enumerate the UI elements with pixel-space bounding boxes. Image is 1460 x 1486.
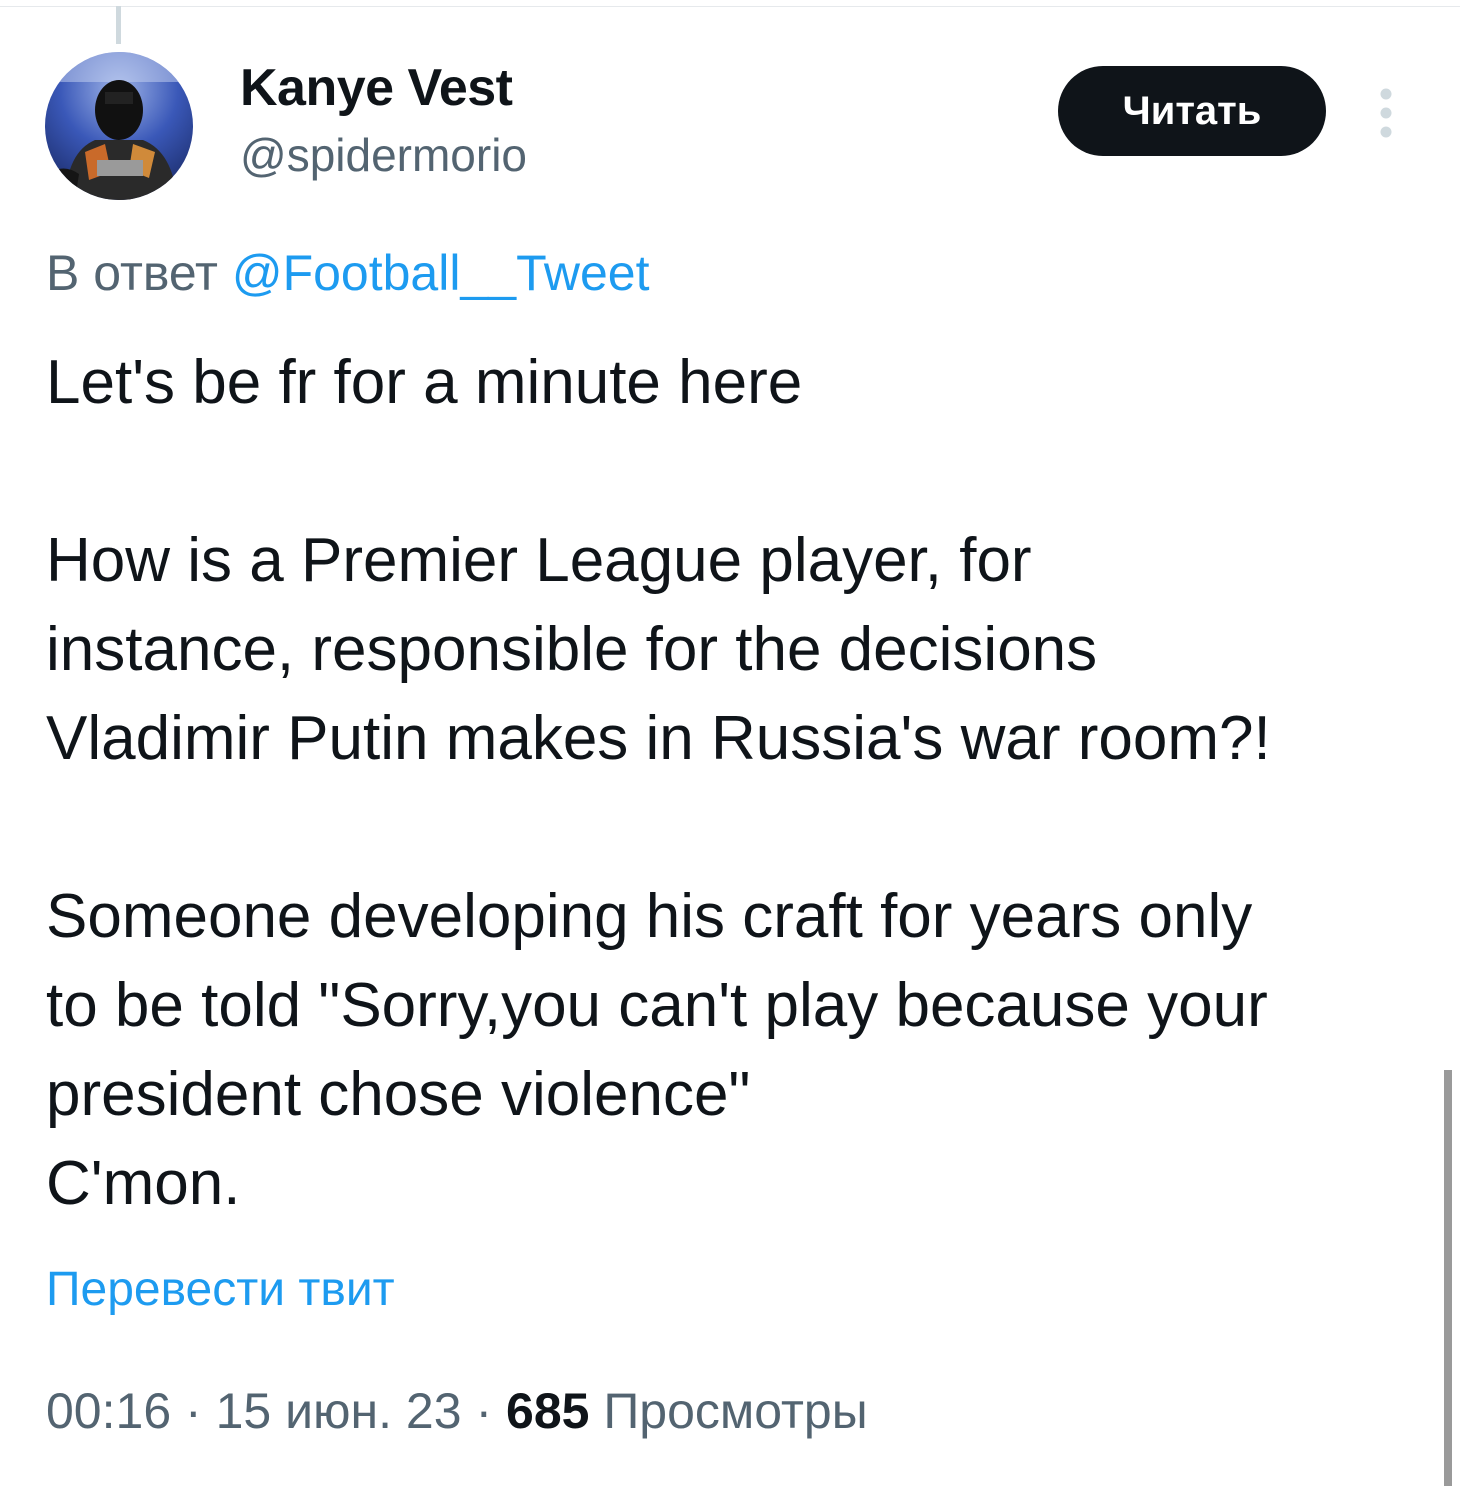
tweet-line: Vladimir Putin makes in Russia's war roo…	[46, 704, 1271, 773]
reply-prefix: В ответ	[46, 245, 218, 301]
tweet-line: How is a Premier League player, for	[46, 526, 1032, 595]
meta-separator: ·	[185, 1383, 202, 1439]
views-count: 685	[506, 1383, 590, 1439]
translate-tweet-link[interactable]: Перевести твит	[46, 1262, 395, 1317]
avatar-image	[45, 52, 193, 200]
top-divider	[0, 6, 1460, 7]
tweet-metadata: 00:16 · 15 июн. 23 · 685 Просмотры	[46, 1382, 868, 1440]
reply-context: В ответ @Football__Tweet	[46, 244, 649, 302]
follow-button[interactable]: Читать	[1058, 66, 1326, 156]
tweet-text: Let's be fr for a minute here How is a P…	[46, 338, 1436, 1228]
tweet-line: C'mon.	[46, 1149, 241, 1218]
author-handle[interactable]: @spidermorio	[240, 128, 527, 182]
tweet-line: Let's be fr for a minute here	[46, 348, 803, 417]
reply-mention-link[interactable]: @Football__Tweet	[232, 245, 650, 301]
tweet-line: Someone developing his craft for years o…	[46, 882, 1253, 951]
tweet-date[interactable]: 15 июн. 23	[216, 1383, 462, 1439]
author-display-name[interactable]: Kanye Vest	[240, 58, 513, 118]
views-label: Просмотры	[603, 1383, 868, 1439]
tweet-line: president chose violence"	[46, 1060, 751, 1129]
meta-separator: ·	[475, 1383, 493, 1439]
thread-connector-line	[116, 6, 121, 44]
avatar[interactable]	[45, 52, 193, 200]
tweet-line: to be told "Sorry,you can't play because…	[46, 971, 1268, 1040]
scrollbar-thumb[interactable]	[1444, 1070, 1452, 1486]
tweet-time[interactable]: 00:16	[46, 1383, 171, 1439]
more-vertical-icon[interactable]	[1372, 86, 1400, 142]
tweet-line: instance, responsible for the decisions	[46, 615, 1098, 684]
